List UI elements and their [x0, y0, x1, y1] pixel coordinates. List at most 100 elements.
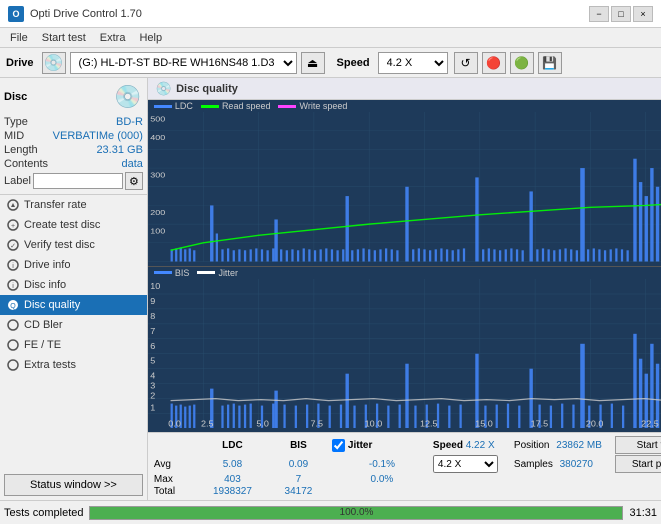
nav-cd-bler[interactable]: CD Bler — [0, 315, 147, 335]
legend-read: Read speed — [201, 101, 271, 111]
refresh-button[interactable]: ↺ — [454, 52, 478, 74]
settings-button2[interactable]: 🟢 — [510, 52, 534, 74]
disc-contents-value: data — [122, 158, 143, 170]
drive-icon: 💿 — [42, 52, 66, 74]
legend-jitter: Jitter — [197, 268, 238, 278]
nav-transfer-rate-label: Transfer rate — [24, 199, 87, 211]
stats-max-bis: 7 — [266, 474, 331, 485]
stats-avg-ldc: 5.08 — [200, 459, 265, 470]
disc-section-title: Disc — [4, 91, 27, 103]
start-full-button[interactable]: Start full — [615, 436, 661, 454]
maximize-button[interactable]: □ — [611, 6, 631, 22]
nav-disc-info[interactable]: i Disc info — [0, 275, 147, 295]
footer: Tests completed 100.0% 31:31 — [0, 500, 661, 524]
read-legend-color — [201, 105, 219, 108]
stats-area: LDC BIS Jitter Speed 4.22 X Position 238… — [148, 432, 661, 500]
nav-extra-tests[interactable]: Extra tests — [0, 355, 147, 375]
svg-text:7: 7 — [150, 326, 155, 335]
menubar: File Start test Extra Help — [0, 28, 661, 48]
stats-jitter-header: Jitter — [348, 440, 372, 451]
samples-label: Samples — [514, 459, 553, 470]
nav-fe-te[interactable]: FE / TE — [0, 335, 147, 355]
speed-select-stat[interactable]: 4.2 X — [433, 455, 498, 473]
chart-container: LDC Read speed Write speed — [148, 100, 661, 500]
bottom-legend: BIS Jitter — [148, 267, 661, 279]
speed-select[interactable]: 4.2 X — [378, 52, 448, 74]
stats-jitter-header-container: Jitter — [332, 439, 432, 452]
progress-bar-container: 100.0% — [89, 506, 623, 520]
svg-text:3: 3 — [150, 381, 155, 390]
menu-help[interactable]: Help — [133, 31, 168, 45]
nav-disc-quality[interactable]: Q Disc quality — [0, 295, 147, 315]
read-legend-label: Read speed — [222, 101, 271, 111]
svg-text:+: + — [11, 223, 15, 230]
start-part-button[interactable]: Start part — [615, 455, 661, 473]
quality-header: 💿 Disc quality — [148, 78, 661, 100]
titlebar: O Opti Drive Control 1.70 − □ × — [0, 0, 661, 28]
jitter-checkbox[interactable] — [332, 439, 345, 452]
disc-mid-label: MID — [4, 130, 24, 142]
close-button[interactable]: × — [633, 6, 653, 22]
content-panel: 💿 Disc quality LDC Read speed — [148, 78, 661, 500]
ldc-legend-label: LDC — [175, 101, 193, 111]
menu-start-test[interactable]: Start test — [36, 31, 92, 45]
stats-max-ldc: 403 — [200, 474, 265, 485]
svg-text:2.5: 2.5 — [201, 419, 214, 428]
svg-text:500: 500 — [150, 115, 165, 123]
nav-transfer-rate[interactable]: Transfer rate — [0, 195, 147, 215]
start-part-container: Start part — [615, 455, 661, 473]
svg-text:400: 400 — [150, 134, 165, 142]
quality-header-icon: 💿 — [156, 81, 172, 97]
menu-extra[interactable]: Extra — [94, 31, 132, 45]
disc-section-icon: 💿 — [113, 82, 143, 112]
svg-text:i: i — [12, 283, 14, 290]
nav-verify-test-disc[interactable]: ✓ Verify test disc — [0, 235, 147, 255]
app-title: Opti Drive Control 1.70 — [30, 8, 142, 20]
nav-create-test-disc-label: Create test disc — [24, 219, 100, 231]
drive-label: Drive — [6, 57, 34, 69]
minimize-button[interactable]: − — [589, 6, 609, 22]
status-window-button[interactable]: Status window >> — [4, 474, 143, 496]
svg-text:15.0: 15.0 — [475, 419, 493, 428]
quality-title: Disc quality — [176, 83, 238, 95]
stats-avg-bis: 0.09 — [266, 459, 331, 470]
disc-mid-value: VERBATIMe (000) — [53, 130, 143, 142]
create-test-disc-icon: + — [6, 218, 20, 232]
nav-extra-tests-label: Extra tests — [24, 359, 76, 371]
stats-total-label: Total — [154, 486, 199, 497]
disc-label-row: Label ⚙ — [4, 172, 143, 190]
stats-total-ldc: 1938327 — [200, 486, 265, 497]
save-button[interactable]: 💾 — [538, 52, 562, 74]
eject-button[interactable]: ⏏ — [301, 52, 325, 74]
bis-legend-label: BIS — [175, 268, 190, 278]
nav-create-test-disc[interactable]: + Create test disc — [0, 215, 147, 235]
svg-text:100: 100 — [150, 227, 165, 235]
menu-file[interactable]: File — [4, 31, 34, 45]
ldc-chart: LDC Read speed Write speed — [148, 100, 661, 266]
titlebar-left: O Opti Drive Control 1.70 — [8, 6, 142, 22]
position-row: Position 23862 MB — [514, 440, 614, 451]
bis-chart: BIS Jitter — [148, 267, 661, 433]
samples-row: Samples 380270 — [514, 459, 614, 470]
action-buttons: Start full — [615, 436, 661, 454]
nav-fe-te-label: FE / TE — [24, 339, 61, 351]
write-legend-label: Write speed — [299, 101, 347, 111]
svg-text:i: i — [12, 263, 14, 270]
disc-type-value: BD-R — [116, 116, 143, 128]
svg-text:7.5: 7.5 — [310, 419, 323, 428]
drive-select[interactable]: (G:) HL-DT-ST BD-RE WH16NS48 1.D3 — [70, 52, 297, 74]
disc-length-row: Length 23.31 GB — [4, 144, 143, 156]
ldc-chart-svg: 18X 16X 14X 12X 10X 8X 6X 4X 2X 500 400 … — [148, 112, 661, 262]
settings-button1[interactable]: 🔴 — [482, 52, 506, 74]
extra-tests-icon — [6, 358, 20, 372]
speed-label-stat: Speed — [433, 440, 463, 451]
disc-label-input[interactable] — [33, 173, 123, 189]
svg-text:4: 4 — [150, 371, 155, 380]
disc-type-label: Type — [4, 116, 28, 128]
disc-label-button[interactable]: ⚙ — [125, 172, 143, 190]
stats-max-label: Max — [154, 474, 199, 485]
footer-time: 31:31 — [629, 507, 657, 519]
nav-drive-info[interactable]: i Drive info — [0, 255, 147, 275]
disc-length-label: Length — [4, 144, 38, 156]
bis-legend-color — [154, 271, 172, 274]
